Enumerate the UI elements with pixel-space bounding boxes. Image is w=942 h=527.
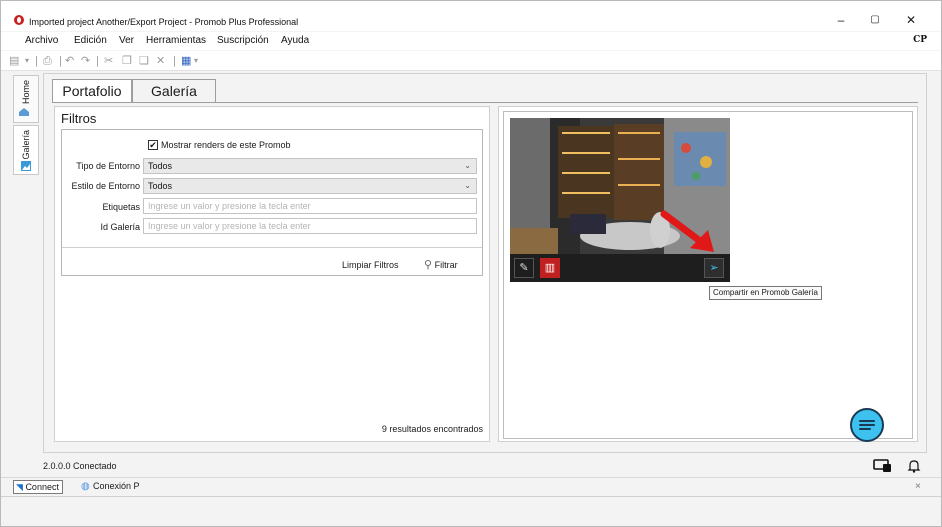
- filters-divider: [62, 247, 482, 248]
- connection-label[interactable]: Conexión P: [93, 481, 140, 492]
- gallery-icon: [21, 161, 31, 171]
- filter-button-label: Filtrar: [434, 260, 458, 270]
- side-tab-gallery-label: Galería: [21, 130, 31, 160]
- title-bar: Imported project Another/Export Project …: [1, 1, 941, 31]
- filters-box: ✔ Mostrar renders de este Promob Tipo de…: [61, 129, 483, 276]
- gallery-grid: ✎ ▥ ➢ Compartir en Promob Galería: [503, 111, 913, 442]
- environment-type-value: Todos: [148, 161, 173, 171]
- delete-icon[interactable]: ▥: [540, 258, 560, 278]
- environment-type-label: Tipo de Entorno: [76, 161, 140, 171]
- render-card[interactable]: ✎ ▥ ➢: [510, 118, 730, 282]
- bottom-strip: [1, 496, 941, 526]
- undo-icon[interactable]: ↶: [65, 55, 74, 67]
- save-icon[interactable]: ▤: [9, 55, 19, 67]
- status-text: 2.0.0.0 Conectado: [43, 461, 117, 471]
- connect-icon: ◥: [16, 482, 23, 492]
- toolbar-separator: |: [96, 55, 99, 67]
- menu-ayuda[interactable]: Ayuda: [281, 35, 309, 47]
- menu-ver[interactable]: Ver: [119, 35, 134, 47]
- app-window: Imported project Another/Export Project …: [0, 0, 942, 527]
- restore-button[interactable]: ▢: [865, 14, 885, 28]
- clear-filters-button[interactable]: Limpiar Filtros: [342, 260, 399, 271]
- toolbar-separator: |: [35, 55, 38, 67]
- toolbar: ▤ ▾ | ⎙ | ↶ ↷ | ✂ ❐ ❏ ✕ | ▦ ▾: [1, 51, 941, 71]
- window-title: Imported project Another/Export Project …: [29, 17, 299, 27]
- color-palette-icon[interactable]: ▦: [181, 55, 191, 67]
- chat-fab-button[interactable]: [850, 408, 884, 442]
- filters-title: Filtros: [61, 111, 97, 126]
- close-button[interactable]: ✕: [901, 14, 921, 28]
- red-arrow-annotation: [660, 210, 714, 252]
- share-tooltip: Compartir en Promob Galería: [709, 286, 822, 300]
- save-dropdown-icon[interactable]: ▾: [25, 55, 29, 67]
- filter-button[interactable]: ⚲ Filtrar: [424, 260, 458, 271]
- palette-dropdown-icon[interactable]: ▾: [194, 55, 198, 67]
- menu-lines-icon: [859, 420, 875, 430]
- search-icon: ⚲: [424, 259, 433, 271]
- side-tab-gallery[interactable]: Galería: [13, 125, 39, 175]
- environment-style-label: Estilo de Entorno: [71, 181, 140, 191]
- cut-icon[interactable]: ✂: [104, 55, 113, 67]
- side-tab-home-label: Home: [21, 80, 31, 105]
- minimize-button[interactable]: –: [831, 14, 851, 28]
- environment-type-select[interactable]: Todos ⌄: [143, 158, 477, 174]
- copy-icon[interactable]: ❐: [122, 55, 132, 67]
- edit-icon[interactable]: ✎: [514, 258, 534, 278]
- tab-portafolio[interactable]: Portafolio: [52, 79, 132, 103]
- paste-icon[interactable]: ❏: [139, 55, 149, 67]
- toolbar-separator: |: [59, 55, 62, 67]
- connect-bar: ◥ Connect ◍ Conexión P ×: [1, 477, 941, 495]
- card-action-bar: ✎ ▥ ➢: [510, 254, 730, 282]
- tags-label: Etiquetas: [102, 202, 140, 212]
- gallery-id-label: Id Galería: [100, 222, 140, 232]
- gallery-panel: ✎ ▥ ➢ Compartir en Promob Galería: [498, 106, 918, 442]
- main-content: Portafolio Galería Filtros ✔ Mostrar ren…: [43, 73, 927, 453]
- gallery-id-input[interactable]: Ingrese un valor y presione la tecla ent…: [143, 218, 477, 234]
- connect-button[interactable]: ◥ Connect: [13, 480, 63, 494]
- menu-herramientas[interactable]: Herramientas: [146, 35, 206, 47]
- menu-edicion[interactable]: Edición: [74, 35, 107, 47]
- status-bar: 2.0.0.0 Conectado: [1, 454, 941, 476]
- redo-icon[interactable]: ↷: [81, 55, 90, 67]
- show-renders-checkbox[interactable]: ✔: [148, 140, 158, 150]
- tags-input[interactable]: Ingrese un valor y presione la tecla ent…: [143, 198, 477, 214]
- show-renders-label: Mostrar renders de este Promob: [161, 140, 291, 150]
- tab-divider: [52, 102, 918, 103]
- share-icon[interactable]: ➢: [704, 258, 724, 278]
- chevron-down-icon: ⌄: [464, 161, 471, 170]
- tab-galeria[interactable]: Galería: [132, 79, 216, 103]
- user-badge[interactable]: CP: [913, 35, 927, 45]
- chevron-down-icon: ⌄: [464, 181, 471, 190]
- menu-archivo[interactable]: Archivo: [25, 35, 58, 47]
- globe-icon: ◍: [81, 481, 90, 492]
- environment-style-select[interactable]: Todos ⌄: [143, 178, 477, 194]
- devices-icon[interactable]: [873, 459, 893, 473]
- filters-panel: Filtros ✔ Mostrar renders de este Promob…: [54, 106, 490, 442]
- bell-icon[interactable]: [907, 459, 921, 473]
- environment-style-value: Todos: [148, 181, 173, 191]
- toolbar-separator: |: [173, 55, 176, 67]
- side-tab-strip: Home Galería: [11, 73, 41, 453]
- connect-button-label: Connect: [25, 482, 59, 492]
- promob-logo-icon: [14, 15, 24, 25]
- results-count: 9 resultados encontrados: [381, 424, 483, 434]
- home-icon: [13, 105, 39, 119]
- delete-icon[interactable]: ✕: [156, 55, 165, 67]
- print-icon[interactable]: ⎙: [43, 55, 52, 67]
- menu-suscripcion[interactable]: Suscripción: [217, 35, 269, 47]
- menu-bar: Archivo Edición Ver Herramientas Suscrip…: [1, 32, 941, 50]
- connect-close-button[interactable]: ×: [915, 481, 921, 492]
